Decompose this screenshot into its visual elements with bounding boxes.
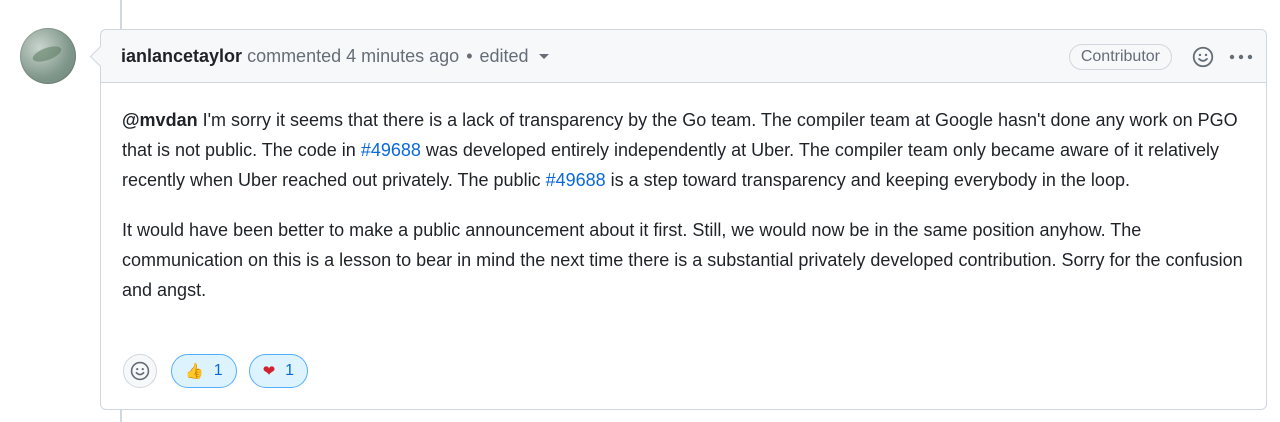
issue-link[interactable]: #49688 [546, 170, 606, 190]
separator-dot: • [466, 45, 473, 66]
reaction-count: 1 [285, 362, 295, 379]
header-actions: Contributor [1068, 30, 1254, 83]
comment-options-button[interactable] [1228, 44, 1254, 70]
reactions-bar: 👍 1 ❤ 1 [123, 354, 320, 388]
reaction-heart[interactable]: ❤ 1 [248, 354, 309, 388]
comment-paragraph-2: It would have been better to make a publ… [122, 220, 1243, 300]
comment-body: @mvdan I'm sorry it seems that there is … [101, 83, 1266, 305]
comment-paragraph-1: @mvdan I'm sorry it seems that there is … [122, 105, 1246, 195]
issue-link[interactable]: #49688 [361, 140, 421, 160]
comment-timestamp[interactable]: 4 minutes ago [346, 46, 459, 67]
paragraph-text: is a step toward transparency and keepin… [605, 170, 1130, 190]
comment-header: ianlancetaylor commented 4 minutes ago •… [101, 30, 1266, 83]
edited-dropdown[interactable]: edited [480, 46, 549, 67]
comment-page: ianlancetaylor commented 4 minutes ago •… [0, 0, 1280, 422]
smiley-icon [130, 361, 150, 381]
heart-icon: ❤ [262, 362, 276, 380]
comment-card: ianlancetaylor commented 4 minutes ago •… [100, 29, 1267, 410]
add-reaction-button[interactable] [123, 354, 157, 388]
edited-label: edited [479, 45, 529, 66]
thumbs-up-icon: 👍 [185, 362, 204, 380]
reaction-thumbs-up[interactable]: 👍 1 [171, 354, 237, 388]
smiley-icon [1192, 46, 1214, 67]
user-mention[interactable]: @mvdan [122, 110, 198, 130]
kebab-horizontal-icon [1229, 54, 1253, 59]
contributor-badge: Contributor [1068, 43, 1172, 70]
chevron-down-icon [538, 54, 549, 60]
comment-author[interactable]: ianlancetaylor [121, 46, 242, 67]
avatar[interactable] [20, 28, 76, 84]
add-reaction-header-button[interactable] [1190, 44, 1216, 70]
comment-action: commented [247, 45, 342, 66]
reaction-count: 1 [213, 362, 223, 379]
